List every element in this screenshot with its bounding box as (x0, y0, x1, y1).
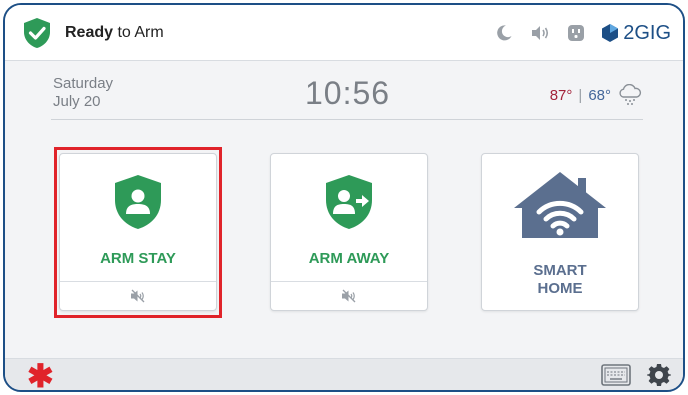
brand-logo-icon (602, 24, 619, 42)
status-bar: Ready to Arm 2GIG (5, 5, 683, 61)
arm-away-button[interactable]: ARM AWAY (271, 154, 427, 282)
status-icons: 2GIG (493, 21, 671, 45)
wifi-house-icon (514, 172, 606, 238)
arm-away-label: ARM AWAY (308, 250, 390, 267)
temp-high: 87° (549, 86, 573, 104)
brand-name: 2GIG (623, 21, 671, 44)
arm-away-silent-toggle[interactable] (271, 281, 427, 310)
clock-time: 10:56 (305, 75, 391, 111)
smart-home-label-line2: HOME (537, 280, 583, 297)
status-rest: to Arm (113, 24, 164, 41)
divider (51, 119, 643, 120)
calendar-date: July 20 (53, 93, 101, 110)
arm-status-text[interactable]: Ready to Arm (65, 24, 164, 42)
smart-home-tile[interactable]: SMART HOME (481, 153, 639, 311)
status-strong: Ready (65, 24, 114, 41)
day-of-week: Saturday (53, 75, 114, 92)
outlet-icon[interactable] (565, 22, 587, 44)
weather-widget[interactable]: 87° | 68° (550, 84, 643, 106)
speaker-muted-icon (131, 289, 145, 303)
arm-stay-button[interactable]: ARM STAY (60, 154, 216, 282)
panel-screen: Ready to Arm 2GIG Saturday July 20 10:56… (3, 3, 685, 392)
moon-icon[interactable] (493, 22, 515, 44)
smart-home-button[interactable]: SMART HOME (482, 154, 638, 310)
smart-home-label: SMART HOME (482, 262, 638, 298)
arm-stay-label: ARM STAY (100, 250, 176, 267)
snow-cloud-icon (619, 84, 642, 105)
date-display: Saturday July 20 (53, 75, 113, 111)
asterisk-icon[interactable]: ✱ (27, 360, 54, 390)
shield-person-arrow-icon (326, 175, 372, 229)
speaker-icon[interactable] (529, 22, 551, 44)
arm-away-tile[interactable]: ARM AWAY (270, 153, 428, 311)
brand-logo: 2GIG (601, 22, 671, 45)
speaker-muted-icon (342, 289, 356, 303)
shield-person-icon (115, 175, 161, 229)
smart-home-label-line1: SMART (533, 262, 587, 279)
arm-stay-tile[interactable]: ARM STAY (59, 153, 217, 311)
temp-low: 68° (588, 86, 611, 104)
shield-check-icon[interactable] (23, 17, 51, 49)
arm-stay-silent-toggle[interactable] (60, 281, 216, 310)
bottom-bar: ✱ (5, 358, 683, 390)
temp-separator: | (578, 86, 583, 104)
gear-icon[interactable] (647, 363, 671, 387)
keyboard-icon[interactable] (601, 364, 631, 386)
